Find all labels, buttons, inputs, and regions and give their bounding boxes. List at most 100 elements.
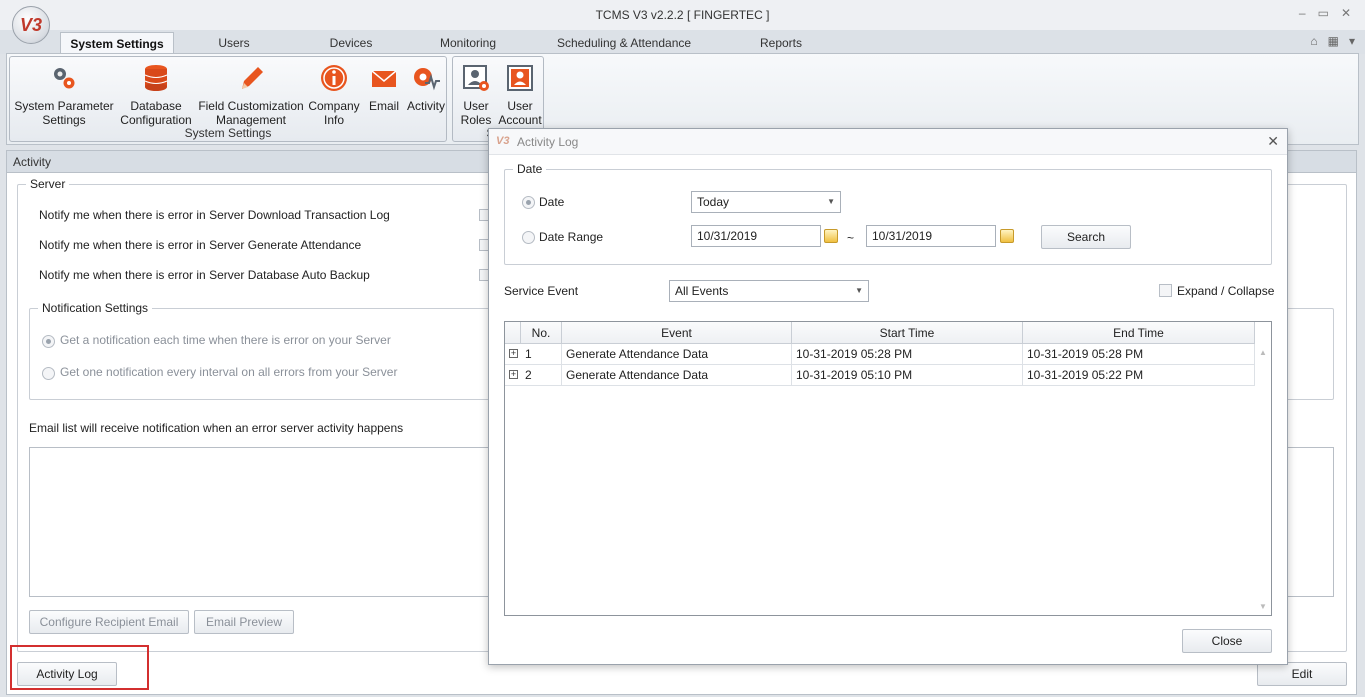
scroll-down-icon[interactable]: ▼ (1259, 602, 1267, 611)
activity-button[interactable]: Activity (404, 61, 448, 113)
ribbon-label: System Parameter (14, 99, 114, 113)
chevron-down-icon: ▼ (827, 197, 835, 206)
end-time-cell: 10-31-2019 05:28 PM (1023, 344, 1255, 365)
date-combo-value: Today (697, 195, 730, 209)
configure-recipient-email-button[interactable]: Configure Recipient Email (29, 610, 189, 634)
column-header-event[interactable]: Event (562, 322, 792, 344)
email-list-label: Email list will receive notification whe… (29, 421, 404, 435)
tab-system-settings[interactable]: System Settings (60, 32, 174, 54)
app-logo[interactable]: V3 (12, 6, 50, 44)
notify-generate-attendance-label: Notify me when there is error in Server … (39, 238, 362, 252)
tab-devices[interactable]: Devices (311, 32, 391, 54)
ribbon-label: Roles (460, 113, 492, 127)
minimize-icon[interactable]: – (1299, 6, 1306, 20)
tab-monitoring[interactable]: Monitoring (428, 32, 508, 54)
close-icon[interactable]: ✕ (1341, 6, 1351, 20)
ribbon-label: Info (323, 113, 344, 127)
dropdown-icon[interactable]: ▾ (1349, 34, 1355, 48)
edit-button[interactable]: Edit (1257, 662, 1347, 686)
field-customization-management-button[interactable]: Field Customization Management (196, 61, 306, 127)
date-group: Date (504, 162, 1272, 265)
row-number: 1 (525, 347, 532, 361)
expand-icon[interactable]: + (509, 370, 518, 379)
calendar-icon[interactable] (1000, 229, 1014, 243)
ribbon-label: Management (215, 113, 287, 127)
search-button[interactable]: Search (1041, 225, 1131, 249)
date-radio[interactable] (522, 196, 535, 209)
event-cell: Generate Attendance Data (562, 344, 792, 365)
server-legend: Server (26, 177, 70, 191)
column-header-end-time[interactable]: End Time (1023, 322, 1255, 344)
gears-icon (49, 63, 79, 93)
expand-icon[interactable]: + (509, 349, 518, 358)
database-configuration-button[interactable]: Database Configuration (116, 61, 196, 127)
layout-icon[interactable]: ▦ (1328, 34, 1339, 48)
service-event-combo[interactable]: All Events ▼ (669, 280, 869, 302)
grid-scrollbar[interactable]: ▲ ▼ (1255, 344, 1271, 615)
range-separator: ~ (847, 231, 855, 245)
row-number-cell: + 2 (505, 365, 562, 386)
tab-scheduling-attendance[interactable]: Scheduling & Attendance (548, 32, 700, 54)
window-controls: – ▭ ✕ (1299, 6, 1351, 20)
notify-interval-label: Get one notification every interval on a… (60, 365, 398, 379)
event-cell: Generate Attendance Data (562, 365, 792, 386)
title-bar: TCMS V3 v2.2.2 [ FINGERTEC ] – ▭ ✕ (0, 0, 1365, 30)
date-legend: Date (513, 162, 547, 176)
email-button[interactable]: Email (362, 61, 406, 113)
column-header-no[interactable]: No. (521, 322, 562, 344)
notification-legend: Notification Settings (38, 301, 153, 315)
calendar-icon[interactable] (824, 229, 838, 243)
date-to-input[interactable]: 10/31/2019 (866, 225, 996, 247)
ribbon-label: Field Customization (198, 99, 304, 113)
system-parameter-settings-button[interactable]: System Parameter Settings (12, 61, 116, 127)
ribbon-group-system-settings: System Parameter Settings Database Confi… (9, 56, 447, 142)
restore-icon[interactable]: ▭ (1318, 6, 1329, 20)
highlight-box (10, 645, 149, 690)
ribbon-label: Email (368, 99, 399, 113)
pencil-icon (236, 63, 266, 93)
ribbon-label: User (507, 99, 533, 113)
ribbon-group-label: System Settings (184, 126, 272, 140)
notify-each-error-radio[interactable] (42, 335, 55, 348)
dialog-close-icon[interactable]: ✕ (1267, 133, 1279, 150)
ribbon-label: Company (308, 99, 360, 113)
expand-collapse-checkbox[interactable] (1159, 284, 1172, 297)
collapse-ribbon-icon[interactable]: ⌂ (1310, 34, 1317, 48)
user-account-icon (505, 63, 535, 93)
ribbon-label: Activity (406, 99, 445, 113)
service-event-value: All Events (675, 284, 729, 298)
ribbon-options: ⌂ ▦ ▾ (1310, 34, 1355, 48)
service-event-label: Service Event (504, 284, 579, 298)
ribbon-tabs: System Settings Users Devices Monitoring… (0, 30, 1365, 54)
date-combo[interactable]: Today ▼ (691, 191, 841, 213)
date-from-input[interactable]: 10/31/2019 (691, 225, 821, 247)
company-info-button[interactable]: Company Info (306, 61, 362, 127)
activity-gear-icon (411, 63, 441, 93)
ribbon-label: Settings (42, 113, 86, 127)
date-range-radio[interactable] (522, 231, 535, 244)
user-account-button[interactable]: User Account (497, 61, 543, 127)
ribbon-label: User (463, 99, 489, 113)
notify-auto-backup-label: Notify me when there is error in Server … (39, 268, 370, 282)
expand-collapse-label: Expand / Collapse (1177, 284, 1275, 298)
tab-reports[interactable]: Reports (748, 32, 814, 54)
ribbon-label: Database (130, 99, 182, 113)
window-title: TCMS V3 v2.2.2 [ FINGERTEC ] (595, 8, 770, 22)
email-preview-button[interactable]: Email Preview (194, 610, 294, 634)
activity-grid: No. Event Start Time End Time + 1 Genera… (504, 321, 1272, 616)
column-header-start-time[interactable]: Start Time (792, 322, 1023, 344)
notify-interval-radio[interactable] (42, 367, 55, 380)
info-icon (319, 63, 349, 93)
dialog-title: Activity Log (517, 135, 579, 149)
dialog-logo: V3 (496, 135, 510, 147)
user-roles-button[interactable]: User Roles (455, 61, 497, 127)
notify-download-log-label: Notify me when there is error in Server … (39, 208, 390, 222)
row-number-cell: + 1 (505, 344, 562, 365)
scroll-up-icon[interactable]: ▲ (1259, 348, 1267, 357)
date-radio-label: Date (539, 195, 565, 209)
row-number: 2 (525, 368, 532, 382)
database-icon (141, 63, 171, 93)
tab-users[interactable]: Users (196, 32, 272, 54)
ribbon-label: Account (498, 113, 542, 127)
close-button[interactable]: Close (1182, 629, 1272, 653)
